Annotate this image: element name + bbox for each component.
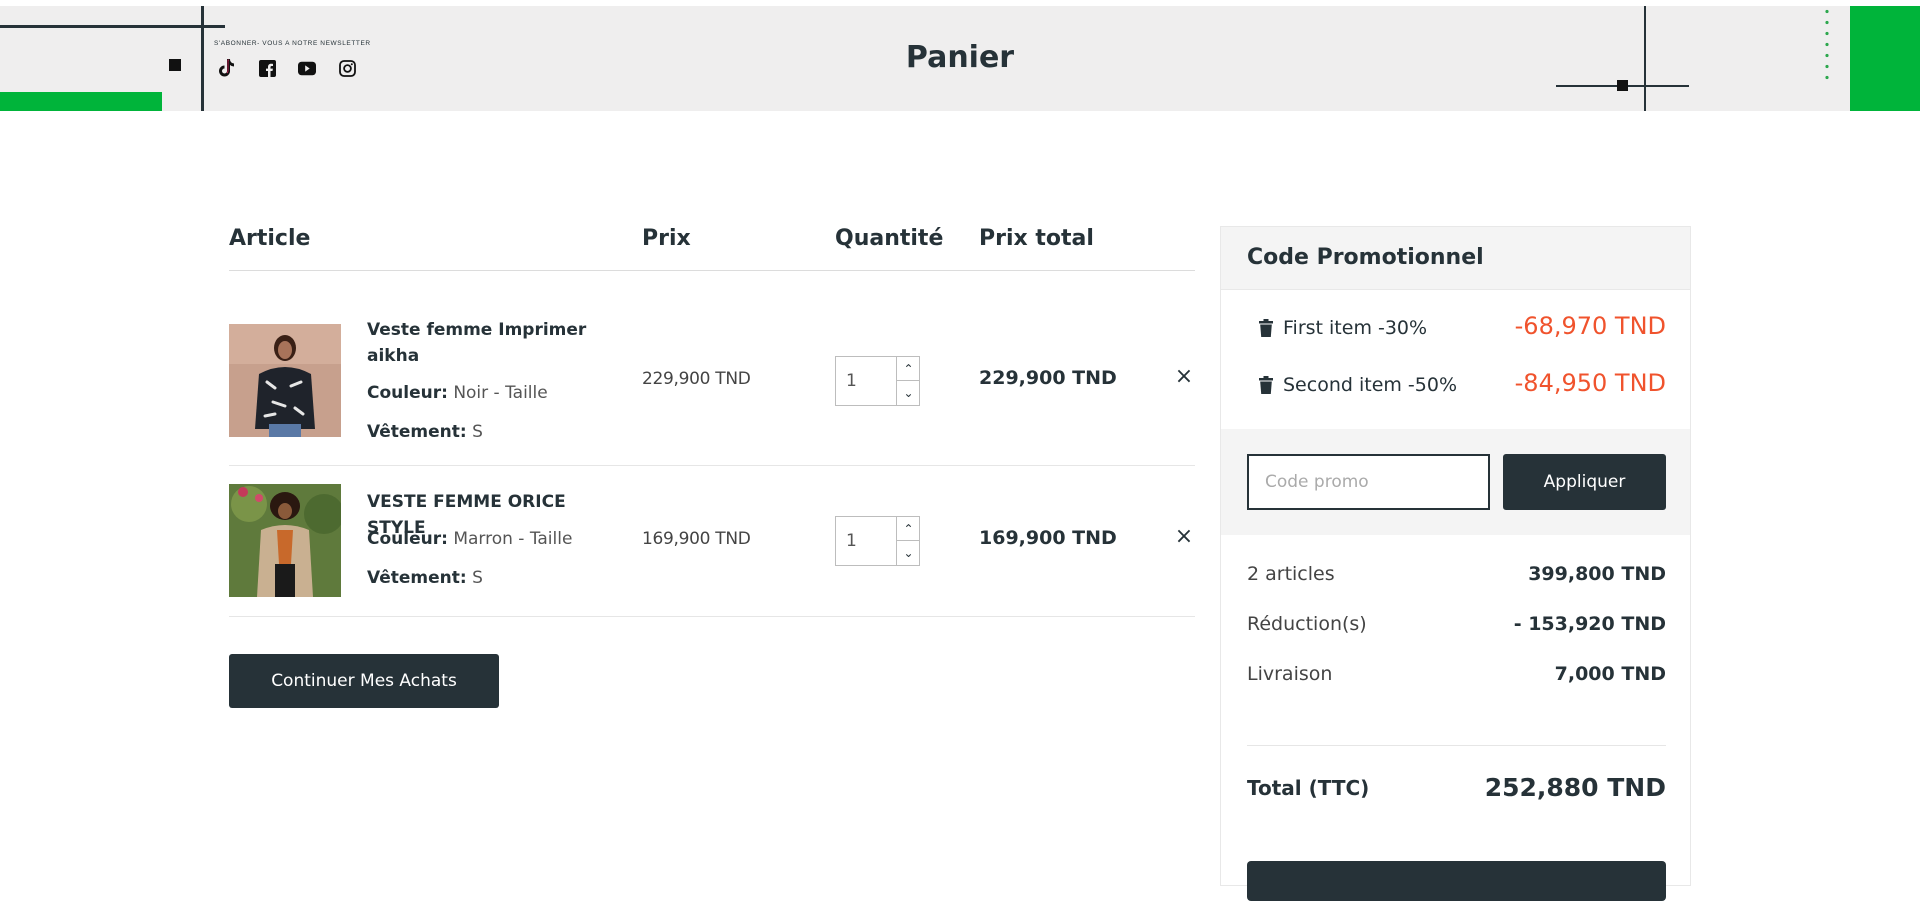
checkout-button[interactable]: [1247, 861, 1666, 901]
line-total: 229,900 TND: [979, 367, 1117, 389]
trash-icon[interactable]: [1259, 376, 1273, 394]
promotion-value: -68,970 TND: [1514, 312, 1666, 340]
unit-price: 229,900 TND: [642, 369, 751, 389]
column-header-price: Prix: [642, 226, 691, 251]
promotion-label: Second item -50%: [1283, 374, 1458, 396]
color-value: Noir - Taille: [453, 383, 548, 403]
trash-icon[interactable]: [1259, 319, 1273, 337]
color-value: Marron - Taille: [453, 529, 573, 549]
product-size: Vêtement: S: [367, 568, 483, 588]
summary-articles-value: 399,800 TND: [1528, 563, 1666, 585]
page-title: Panier: [905, 40, 1015, 75]
chevron-down-icon[interactable]: ⌄: [897, 381, 920, 405]
continue-shopping-button[interactable]: Continuer Mes Achats: [229, 654, 499, 708]
order-summary-panel: Code Promotionnel First item -30% -68,97…: [1220, 226, 1691, 901]
stepper-arrows: ⌃ ⌄: [896, 357, 920, 405]
quantity-stepper: ⌃ ⌄: [835, 516, 920, 566]
size-value: S: [472, 422, 483, 442]
panel-title: Code Promotionnel: [1247, 245, 1484, 270]
column-header-total: Prix total: [979, 226, 1094, 251]
chevron-down-icon[interactable]: ⌄: [897, 541, 920, 565]
size-label: Vêtement:: [367, 568, 467, 588]
product-image[interactable]: [229, 484, 341, 597]
promotion-row: Second item -50%: [1259, 374, 1457, 396]
column-header-article: Article: [229, 226, 311, 251]
stepper-arrows: ⌃ ⌄: [896, 517, 920, 565]
promotion-label: First item -30%: [1283, 317, 1428, 339]
product-size: Vêtement: S: [367, 422, 483, 442]
close-icon[interactable]: ×: [1174, 366, 1194, 388]
summary-articles-label: 2 articles: [1247, 563, 1335, 585]
quantity-stepper: ⌃ ⌄: [835, 356, 920, 406]
size-label: Vêtement:: [367, 422, 467, 442]
summary-shipping-label: Livraison: [1247, 663, 1333, 685]
total-label: Total (TTC): [1247, 776, 1370, 800]
product-name[interactable]: Veste femme Imprimer aikha: [367, 317, 597, 369]
promotion-value: -84,950 TND: [1514, 369, 1666, 397]
color-label: Couleur:: [367, 529, 448, 549]
chevron-up-icon[interactable]: ⌃: [897, 357, 920, 381]
decor-green-bar: [0, 92, 162, 111]
column-header-quantity: Quantité: [835, 226, 944, 251]
panel-header: Code Promotionnel: [1221, 227, 1690, 290]
total-value: 252,880 TND: [1484, 773, 1666, 802]
product-color: Couleur: Noir - Taille: [367, 383, 548, 403]
apply-promo-button[interactable]: Appliquer: [1503, 454, 1666, 510]
summary-shipping-value: 7,000 TND: [1554, 663, 1666, 685]
line-total: 169,900 TND: [979, 527, 1117, 549]
quantity-input[interactable]: [836, 517, 896, 565]
promo-code-input[interactable]: [1247, 454, 1490, 510]
product-color: Couleur: Marron - Taille: [367, 529, 572, 549]
promotion-row: First item -30%: [1259, 317, 1427, 339]
decor-square: [1617, 80, 1628, 91]
unit-price: 169,900 TND: [642, 529, 751, 549]
product-image[interactable]: [229, 324, 341, 437]
color-label: Couleur:: [367, 383, 448, 403]
close-icon[interactable]: ×: [1174, 526, 1194, 548]
summary-discount-value: - 153,920 TND: [1513, 613, 1666, 635]
divider: [1247, 745, 1666, 746]
divider: [229, 616, 1195, 617]
quantity-input[interactable]: [836, 357, 896, 405]
summary-discount-label: Réduction(s): [1247, 613, 1367, 635]
decor-line: [0, 25, 225, 28]
size-value: S: [472, 568, 483, 588]
chevron-up-icon[interactable]: ⌃: [897, 517, 920, 541]
divider: [229, 465, 1195, 466]
divider: [229, 270, 1195, 271]
